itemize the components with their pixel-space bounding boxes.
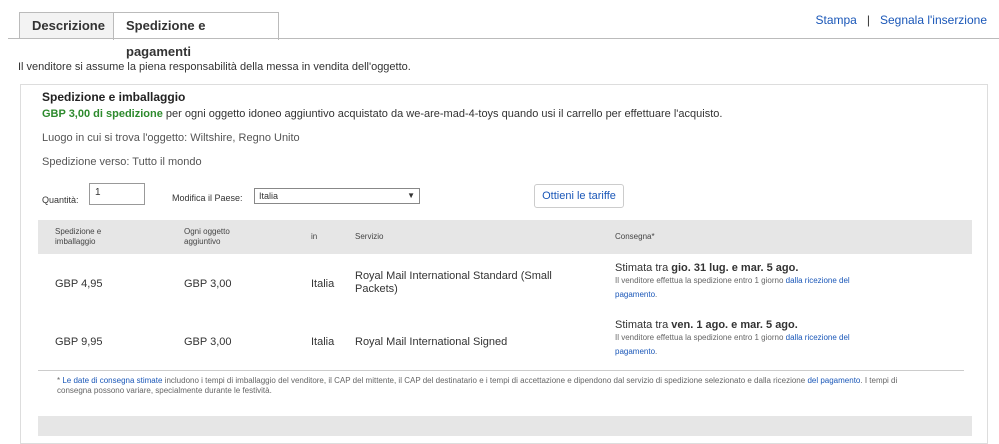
item-location: Luogo in cui si trova l'oggetto: Wiltshi… [42,132,300,144]
country-label: Modifica il Paese: [172,193,243,203]
header-delivery: Consegna* [615,232,655,241]
delivery-estimate: Stimata tra gio. 31 lug. e mar. 5 ago. I… [615,262,955,302]
estimated-dates: ven. 1 ago. e mar. 5 ago. [671,319,798,331]
quantity-input[interactable]: 1 [89,183,145,205]
tab-label: Descrizione [32,18,105,33]
delivery-estimate: Stimata tra ven. 1 ago. e mar. 5 ago. Il… [615,319,955,359]
header-each-additional: Ogni oggetto aggiuntivo [184,227,230,246]
country-selected-value: Italia [259,191,279,201]
payment-receipt-link[interactable]: dalla ricezione del [786,333,850,342]
combined-shipping-info: GBP 3,00 di spedizione per ogni oggetto … [42,108,722,120]
chevron-down-icon: ▼ [407,191,415,200]
service-name: Royal Mail International Standard (Small… [355,270,552,295]
get-rates-button[interactable]: Ottieni le tariffe [534,184,624,208]
payment-link[interactable]: pagamento [615,290,655,299]
report-listing-link[interactable]: Segnala l'inserzione [880,13,987,27]
payment-link[interactable]: pagamento [615,347,655,356]
payment-receipt-link[interactable]: dalla ricezione del [786,276,850,285]
shipping-title: Spedizione e imballaggio [42,90,186,104]
shipping-cost: GBP 9,95 [55,336,103,348]
estimated-delivery-link[interactable]: Le date di consegna stimate [62,376,162,385]
header-to: in [311,232,318,241]
shipping-box: Spedizione e imballaggio GBP 3,00 di spe… [20,84,988,444]
top-links: Stampa | Segnala l'inserzione [815,13,987,27]
header-shipping: Spedizione e imballaggio [55,227,102,246]
handling-note: Il venditore effettua la spedizione entr… [615,333,850,356]
link-separator: | [866,13,870,27]
service-name: Royal Mail International Signed [355,336,508,348]
next-section-header [38,416,972,436]
destination: Italia [311,278,335,290]
destination: Italia [311,336,335,348]
table-row: GBP 9,95 GBP 3,00 Italia Royal Mail Inte… [38,319,972,369]
payment-footnote-link[interactable]: del pagamento [807,376,860,385]
shipping-cost: GBP 4,95 [55,278,103,290]
print-link[interactable]: Stampa [815,13,856,27]
discount-text: per ogni oggetto idoneo aggiuntivo acqui… [165,108,723,120]
delivery-footnote: * Le date di consegna stimate includono … [57,376,898,395]
country-select[interactable]: Italia ▼ [254,188,420,204]
tab-description[interactable]: Descrizione [19,12,114,38]
discount-amount: GBP 3,00 di spedizione [42,108,163,120]
shipping-table-header: Spedizione e imballaggio Ogni oggetto aggi… [38,220,972,254]
ships-to: Spedizione verso: Tutto il mondo [42,156,202,168]
tab-divider [8,38,999,39]
seller-responsibility-text: Il venditore si assume la piena responsa… [18,61,411,73]
each-additional-cost: GBP 3,00 [184,336,232,348]
table-row: GBP 4,95 GBP 3,00 Italia Royal Mail Inte… [38,262,972,317]
estimated-dates: gio. 31 lug. e mar. 5 ago. [671,262,799,274]
quantity-label: Quantità: [42,195,79,205]
each-additional-cost: GBP 3,00 [184,278,232,290]
handling-note: Il venditore effettua la spedizione entr… [615,276,850,299]
table-divider [38,370,964,371]
header-service: Servizio [355,232,384,241]
tab-shipping-payments[interactable]: Spedizione e pagamenti [113,12,279,59]
